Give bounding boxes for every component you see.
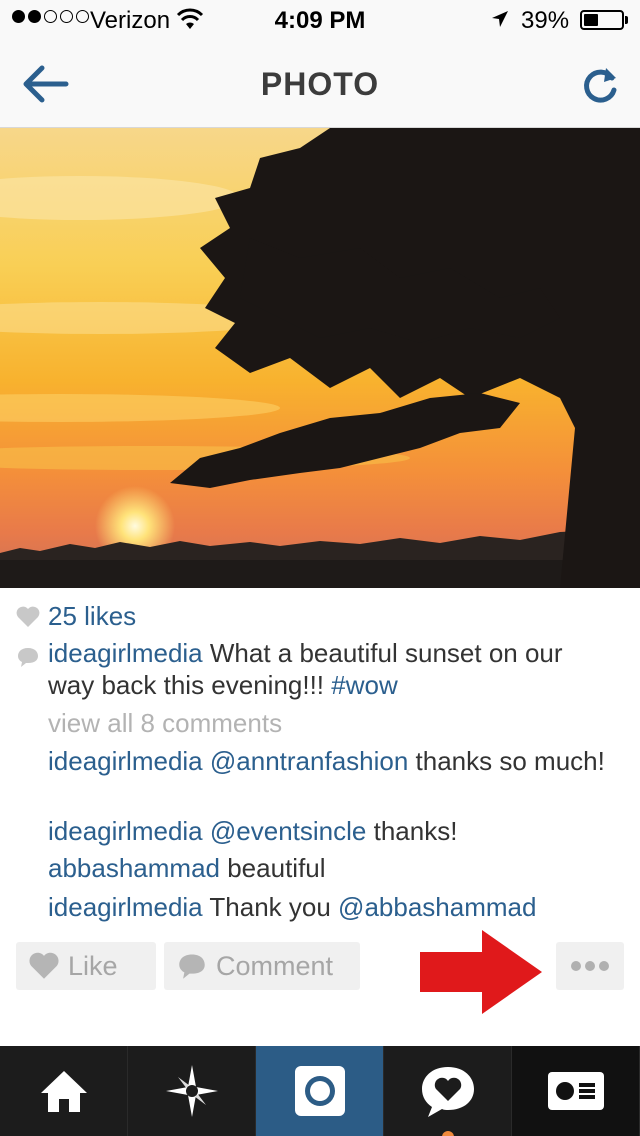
view-all-comments-link[interactable]: view all 8 comments (48, 707, 608, 739)
comment-username[interactable]: ideagirlmedia (48, 892, 203, 922)
like-button[interactable]: Like (16, 942, 156, 990)
caption-username[interactable]: ideagirlmedia (48, 638, 203, 668)
comment-bubble-icon (18, 648, 38, 667)
comment-mention[interactable]: @abbashammad (338, 892, 536, 922)
battery-percentage: 39% (521, 7, 570, 34)
tab-explore[interactable] (128, 1046, 256, 1136)
comment-text: thanks! (366, 816, 458, 846)
red-arrow-annotation (420, 930, 542, 1014)
signal-strength-icon (12, 10, 89, 23)
tab-profile[interactable] (512, 1046, 640, 1136)
explore-star-icon (165, 1065, 218, 1117)
camera-icon (294, 1066, 345, 1116)
comment-button-label: Comment (216, 950, 334, 981)
tab-activity[interactable] (384, 1046, 512, 1136)
ellipsis-icon (571, 961, 609, 971)
profile-card-icon (547, 1072, 604, 1110)
tab-home[interactable] (0, 1046, 128, 1136)
battery-icon (580, 10, 624, 30)
comment-text: Thank you (202, 892, 339, 922)
comment-item: ideagirlmedia @anntranfashion thanks so … (48, 745, 608, 777)
refresh-icon[interactable] (578, 64, 622, 108)
home-icon (40, 1071, 87, 1112)
activity-heart-bubble-icon (421, 1067, 474, 1117)
more-options-button[interactable] (556, 942, 624, 990)
comment-item: ideagirlmedia Thank you @abbashammad (48, 891, 608, 923)
navigation-bar: PHOTO (0, 40, 640, 128)
comment-text: beautiful (220, 853, 326, 883)
comment-username[interactable]: ideagirlmedia (48, 816, 203, 846)
location-arrow-icon (492, 11, 508, 27)
page-title: PHOTO (260, 66, 380, 102)
likes-count[interactable]: 25 likes (48, 600, 136, 632)
back-arrow-icon[interactable] (20, 62, 70, 106)
notification-indicator (442, 1131, 454, 1136)
comment-item: ideagirlmedia @eventsincle thanks! (48, 815, 608, 847)
comment-mention[interactable]: @anntranfashion (210, 746, 408, 776)
comment-text: thanks so much! (408, 746, 605, 776)
battery-tip (625, 16, 628, 24)
caption: ideagirlmedia What a beautiful sunset on… (48, 637, 608, 701)
heart-icon (29, 952, 59, 979)
comment-item: abbashammad beautiful (48, 852, 608, 884)
comment-username[interactable]: ideagirlmedia (48, 746, 203, 776)
tab-camera[interactable] (256, 1046, 384, 1136)
comment-bubble-icon (179, 954, 205, 979)
wifi-icon (176, 8, 204, 29)
heart-icon (16, 606, 40, 627)
comment-button[interactable]: Comment (164, 942, 360, 990)
like-button-label: Like (68, 950, 118, 981)
carrier-name: Verizon (90, 7, 171, 34)
tab-bar (0, 1046, 640, 1136)
post-photo[interactable] (0, 128, 640, 588)
hashtag-link[interactable]: #wow (331, 670, 397, 700)
comment-username[interactable]: abbashammad (48, 853, 220, 883)
comment-mention[interactable]: @eventsincle (210, 816, 366, 846)
status-bar: Verizon 4:09 PM 39% (0, 0, 640, 40)
